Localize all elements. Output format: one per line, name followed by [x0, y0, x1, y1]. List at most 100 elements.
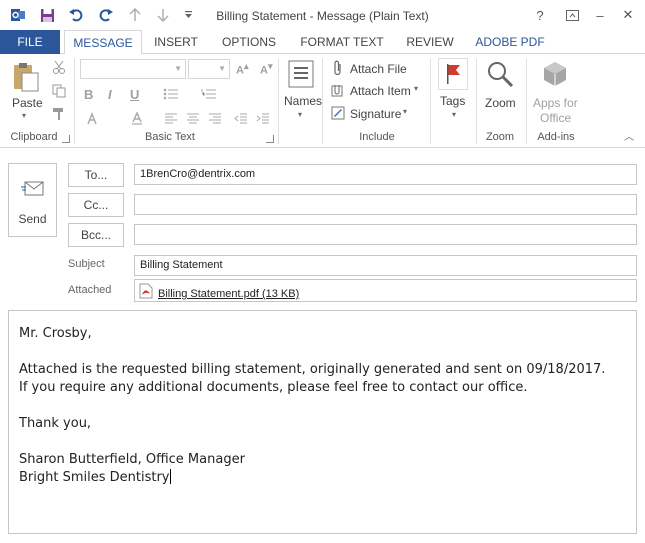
paste-icon[interactable] — [10, 60, 42, 94]
attachment-well: Billing Statement.pdf (13 KB) — [134, 279, 637, 302]
font-size-combo[interactable]: ▼ — [188, 59, 230, 79]
paste-label[interactable]: Paste — [12, 96, 43, 110]
minimize-button[interactable]: – — [588, 5, 612, 25]
attach-file-button[interactable]: Attach File — [350, 62, 407, 76]
subject-field[interactable]: Billing Statement — [134, 255, 637, 276]
ribbon-tabs: FILE MESSAGE INSERT OPTIONS FORMAT TEXT … — [0, 30, 645, 55]
arrow-down-icon[interactable] — [152, 5, 174, 25]
font-name-combo[interactable]: ▼ — [80, 59, 186, 79]
address-book-icon[interactable] — [286, 58, 316, 90]
paperclip-icon[interactable] — [330, 60, 346, 76]
pdf-file-icon — [139, 283, 153, 302]
group-divider — [476, 58, 477, 144]
title-bar: Billing Statement - Message (Plain Text)… — [0, 0, 645, 30]
group-divider — [322, 58, 323, 144]
increase-indent-icon[interactable] — [254, 111, 272, 127]
apps-for-office-label-2[interactable]: Office — [540, 111, 571, 125]
font-color-icon[interactable] — [128, 111, 146, 127]
tab-review[interactable]: REVIEW — [398, 30, 462, 54]
cut-icon[interactable] — [50, 59, 68, 75]
addins-group-label: Add-ins — [537, 131, 575, 143]
names-dropdown-icon[interactable]: ▾ — [298, 110, 302, 119]
tab-file[interactable]: FILE — [0, 30, 60, 54]
body-signature-name: Sharon Butterfield, Office Manager — [19, 452, 245, 467]
bullets-icon[interactable] — [162, 86, 180, 102]
ribbon: Paste ▾ Clipboard ▼ ▼ A▴ A▾ B I U Basic … — [0, 54, 645, 148]
include-group-label: Include — [359, 131, 395, 143]
send-label: Send — [18, 212, 47, 226]
help-button[interactable]: ? — [528, 5, 552, 25]
basic-text-launcher-icon[interactable] — [266, 135, 274, 143]
group-divider — [74, 58, 75, 144]
collapse-ribbon-icon[interactable]: ︿ — [624, 128, 634, 143]
underline-button[interactable]: U — [130, 87, 139, 102]
close-button[interactable]: ✕ — [616, 5, 640, 25]
body-signature-company: Bright Smiles Dentistry — [19, 469, 636, 487]
to-field[interactable]: 1BrenCro@dentrix.com — [134, 164, 637, 185]
bcc-button[interactable]: Bcc... — [68, 223, 124, 247]
tab-insert[interactable]: INSERT — [146, 30, 206, 54]
copy-icon[interactable] — [50, 83, 68, 99]
save-icon[interactable] — [36, 5, 58, 25]
ribbon-display-options-icon[interactable] — [560, 5, 584, 25]
outlook-logo-icon — [8, 5, 28, 25]
paste-dropdown-icon[interactable]: ▾ — [22, 111, 26, 120]
send-button[interactable]: Send — [8, 163, 57, 237]
zoom-icon[interactable] — [484, 58, 516, 90]
numbering-icon[interactable] — [200, 86, 218, 102]
basic-text-group-label: Basic Text — [145, 131, 195, 143]
bcc-field[interactable] — [134, 224, 637, 245]
align-right-icon[interactable] — [206, 111, 224, 127]
signature-button[interactable]: Signature — [350, 107, 401, 121]
align-center-icon[interactable] — [184, 111, 202, 127]
group-divider — [430, 58, 431, 144]
zoom-group-label: Zoom — [485, 131, 515, 143]
tab-format-text[interactable]: FORMAT TEXT — [294, 30, 390, 54]
clear-formatting-icon[interactable] — [84, 111, 102, 127]
attachment-link[interactable]: Billing Statement.pdf (13 KB) — [158, 288, 299, 300]
zoom-button[interactable]: Zoom — [485, 96, 516, 110]
body-greeting: Mr. Crosby, — [19, 326, 92, 341]
clipboard-launcher-icon[interactable] — [62, 135, 70, 143]
cc-button[interactable]: Cc... — [68, 193, 124, 217]
message-body[interactable]: Mr. Crosby, Attached is the requested bi… — [8, 310, 637, 534]
attach-item-icon[interactable] — [330, 82, 346, 98]
to-button[interactable]: To... — [68, 163, 124, 187]
flag-icon[interactable] — [438, 58, 468, 90]
group-divider — [278, 58, 279, 144]
send-icon — [21, 180, 45, 201]
customize-qat-icon[interactable] — [180, 5, 196, 25]
body-closing: Thank you, — [19, 416, 92, 431]
tags-dropdown-icon[interactable]: ▾ — [452, 110, 456, 119]
bold-button[interactable]: B — [84, 87, 93, 102]
attach-item-dropdown-icon[interactable]: ▾ — [414, 84, 418, 93]
grow-font-icon[interactable]: A▴ — [236, 61, 249, 77]
tab-options[interactable]: OPTIONS — [214, 30, 284, 54]
align-left-icon[interactable] — [162, 111, 180, 127]
tags-button[interactable]: Tags — [440, 94, 465, 108]
redo-icon[interactable] — [94, 5, 118, 25]
names-button[interactable]: Names — [284, 94, 322, 108]
cc-field[interactable] — [134, 194, 637, 215]
clipboard-group-label: Clipboard — [10, 131, 58, 143]
body-signature-company-text: Bright Smiles Dentistry — [19, 470, 170, 485]
subject-label: Subject — [68, 258, 105, 270]
body-paragraph-line: Attached is the requested billing statem… — [19, 362, 606, 377]
arrow-up-icon[interactable] — [124, 5, 146, 25]
group-divider — [526, 58, 527, 144]
tab-adobe-pdf[interactable]: ADOBE PDF — [470, 30, 550, 54]
text-cursor — [169, 469, 171, 484]
decrease-indent-icon[interactable] — [232, 111, 250, 127]
body-paragraph-line: If you require any additional documents,… — [19, 380, 528, 395]
apps-for-office-label-1[interactable]: Apps for — [533, 96, 578, 110]
attach-item-button[interactable]: Attach Item — [350, 84, 411, 98]
undo-icon[interactable] — [64, 5, 88, 25]
attached-label: Attached — [68, 284, 112, 296]
apps-for-office-icon[interactable] — [539, 58, 571, 90]
format-painter-icon[interactable] — [50, 106, 68, 122]
signature-dropdown-icon[interactable]: ▾ — [403, 107, 407, 116]
italic-button[interactable]: I — [108, 87, 112, 102]
tab-message[interactable]: MESSAGE — [64, 30, 142, 55]
signature-icon[interactable] — [330, 105, 346, 121]
shrink-font-icon[interactable]: A▾ — [260, 61, 273, 77]
